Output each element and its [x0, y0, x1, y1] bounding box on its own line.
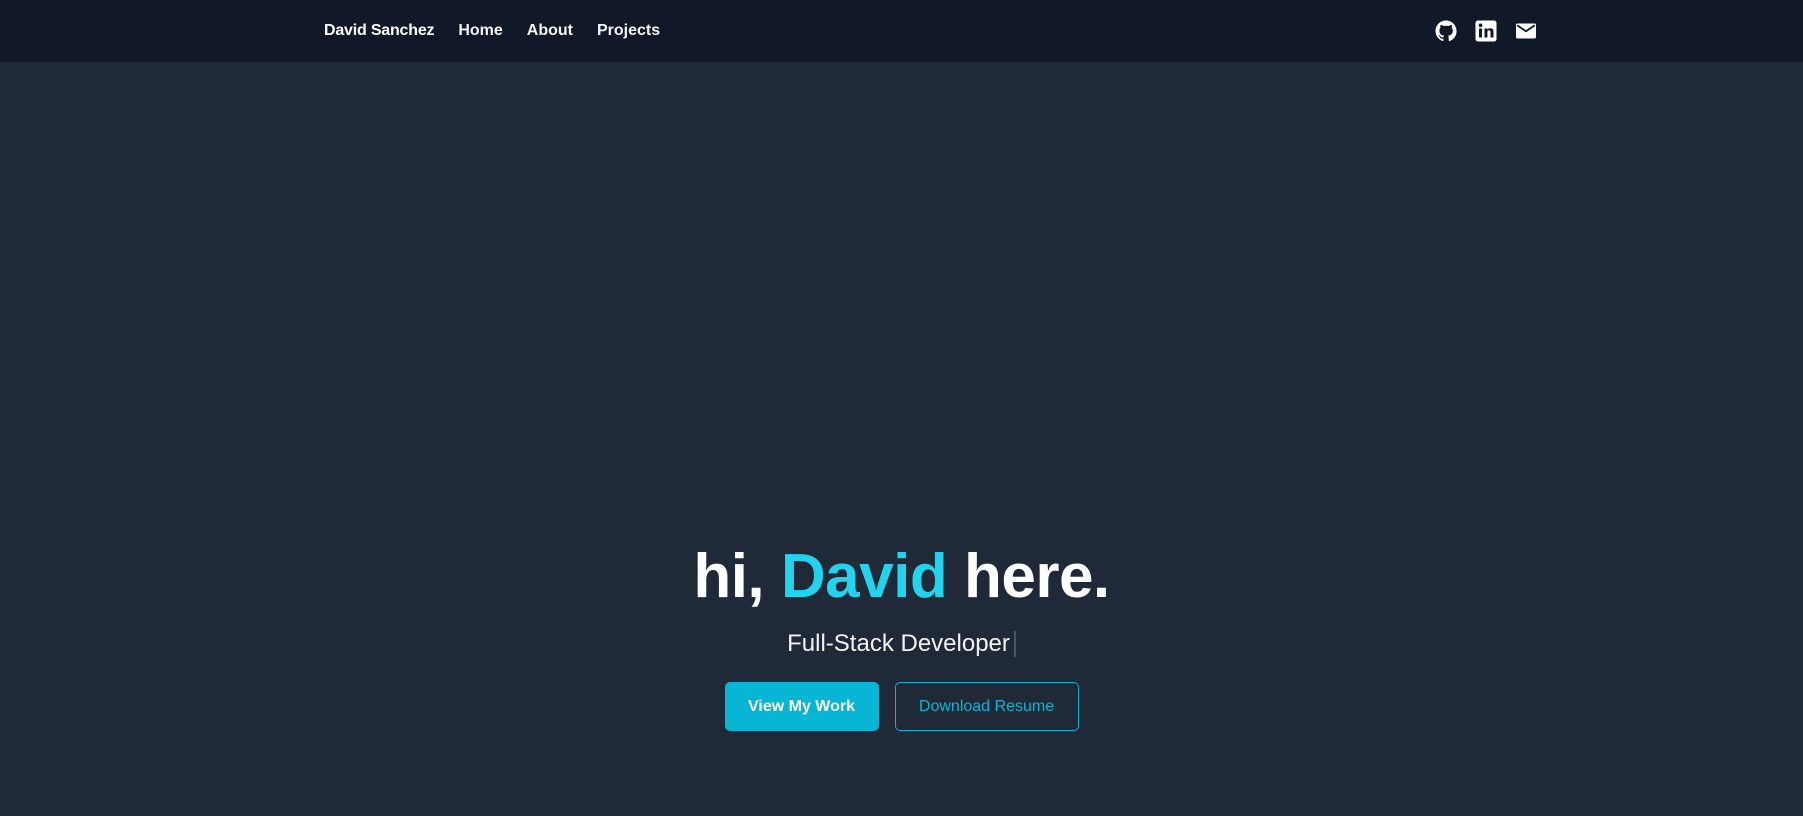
download-resume-button[interactable]: Download Resume	[894, 682, 1079, 731]
brand-link[interactable]: David Sanchez	[324, 22, 435, 40]
mail-icon[interactable]	[1514, 19, 1538, 43]
social-links	[1434, 0, 1538, 62]
greeting-prefix: hi,	[693, 542, 765, 611]
nav-left: David Sanchez Home About Projects	[324, 0, 660, 62]
greeting-name: David	[780, 542, 948, 611]
linkedin-icon[interactable]	[1474, 19, 1498, 43]
hero-section: hi, David here. Full-Stack Developer Vie…	[0, 540, 1803, 731]
hero-subtitle: Full-Stack Developer	[787, 628, 1016, 660]
hero-headline: hi, David here.	[0, 540, 1803, 614]
typing-cursor	[1013, 631, 1016, 657]
nav-link-about[interactable]: About	[527, 22, 573, 40]
nav-link-home[interactable]: Home	[458, 22, 502, 40]
github-icon[interactable]	[1434, 19, 1458, 43]
view-my-work-button[interactable]: View My Work	[724, 682, 879, 731]
greeting-suffix: here.	[963, 542, 1110, 611]
subtitle-text: Full-Stack Developer	[787, 630, 1010, 657]
cta-row: View My Work Download Resume	[0, 682, 1803, 731]
navbar: David Sanchez Home About Projects	[0, 0, 1803, 62]
nav-link-projects[interactable]: Projects	[597, 22, 660, 40]
